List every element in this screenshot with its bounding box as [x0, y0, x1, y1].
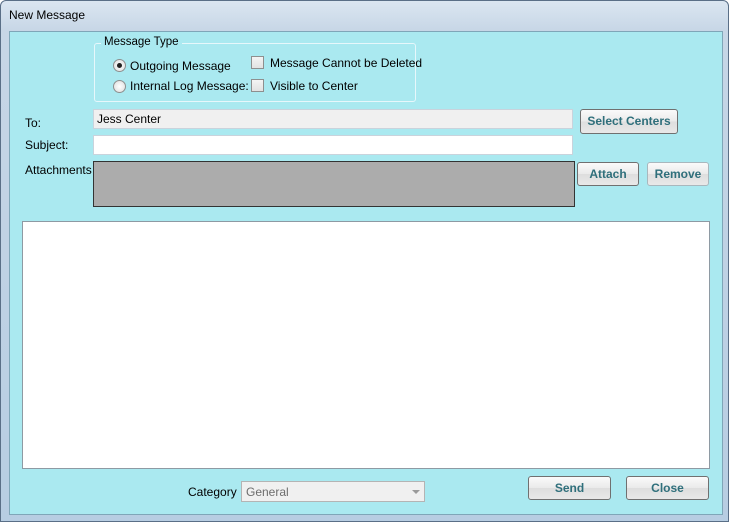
category-selected-value: General [246, 485, 289, 499]
select-centers-button[interactable]: Select Centers [580, 109, 678, 134]
message-cannot-be-deleted-checkbox[interactable] [251, 56, 264, 69]
message-type-group: Message Type Outgoing Message Internal L… [94, 36, 422, 102]
internal-log-message-radio[interactable] [113, 80, 126, 93]
subject-label: Subject: [25, 138, 69, 152]
category-select[interactable]: General [241, 481, 425, 502]
outgoing-message-radio[interactable] [113, 59, 126, 72]
visible-to-center-label[interactable]: Visible to Center [270, 79, 358, 93]
close-button[interactable]: Close [626, 476, 709, 500]
title-bar[interactable]: New Message [1, 1, 728, 31]
message-body-textarea[interactable] [22, 221, 710, 469]
new-message-window: New Message Message Type Outgoing Messag… [0, 0, 729, 522]
send-button[interactable]: Send [528, 476, 611, 500]
category-label: Category [188, 485, 237, 499]
message-cannot-be-deleted-label[interactable]: Message Cannot be Deleted [270, 56, 422, 70]
outgoing-message-label[interactable]: Outgoing Message [130, 59, 231, 73]
message-type-legend: Message Type [101, 36, 182, 48]
to-field[interactable]: Jess Center [93, 109, 573, 129]
attach-button[interactable]: Attach [577, 162, 639, 186]
attachments-label: Attachments [25, 163, 92, 177]
internal-log-message-label[interactable]: Internal Log Message: [130, 79, 249, 93]
attachments-list[interactable] [93, 161, 575, 207]
remove-button[interactable]: Remove [647, 162, 709, 186]
window-title: New Message [9, 8, 86, 22]
dialog-client-area: Message Type Outgoing Message Internal L… [9, 31, 723, 515]
to-label: To: [25, 116, 42, 130]
subject-field[interactable] [93, 135, 573, 155]
chevron-down-icon [412, 490, 420, 494]
visible-to-center-checkbox[interactable] [251, 79, 264, 92]
